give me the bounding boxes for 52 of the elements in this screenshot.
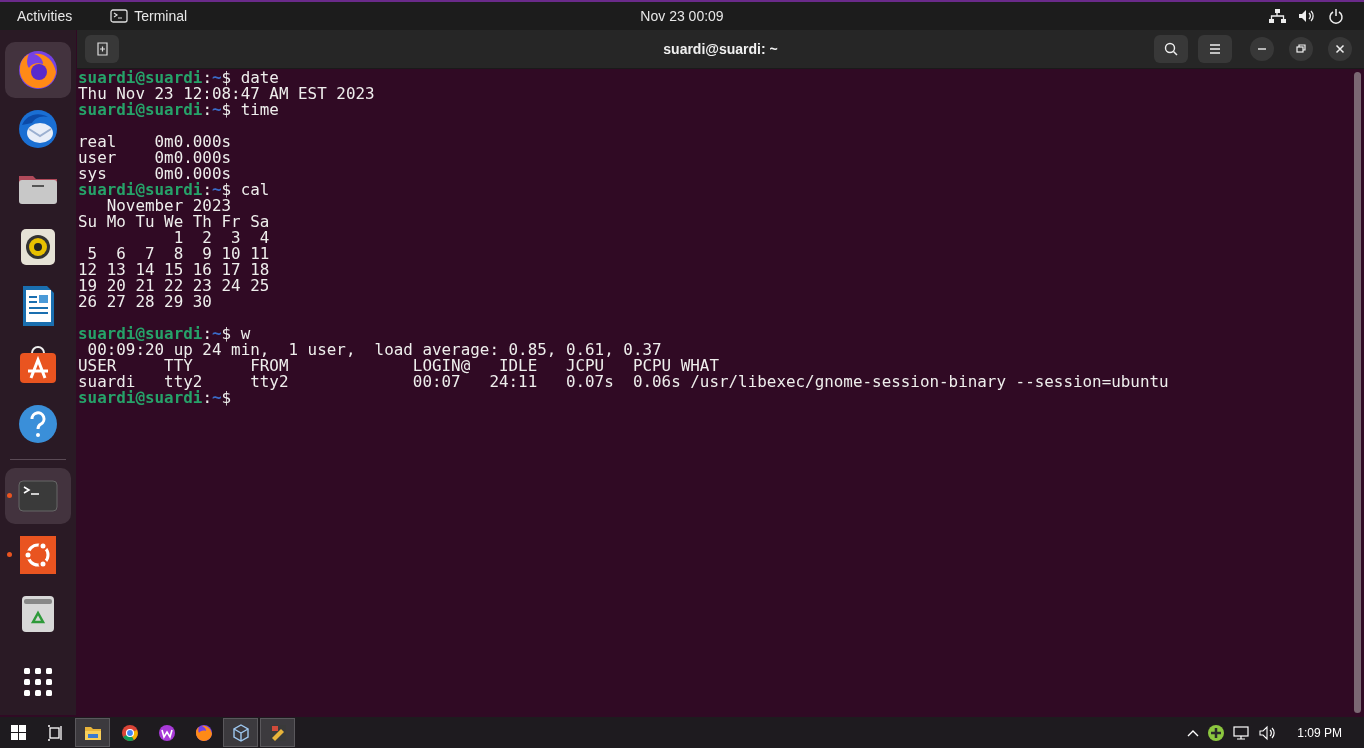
output-line: suardi tty2 tty2 00:07 24:11 0.07s 0.06s /usr/libexec/gnome-session-binary --session=ubuntu: [78, 374, 1170, 390]
new-tab-button[interactable]: [85, 35, 119, 63]
window-title: suardi@suardi: ~: [663, 41, 778, 57]
menu-icon: [1208, 43, 1222, 55]
output-line: Su Mo Tu We Th Fr Sa: [78, 214, 271, 230]
output-line: 19 20 21 22 23 24 25: [78, 278, 271, 294]
output-line: 5 6 7 8 9 10 11: [86, 246, 271, 262]
output-line: Thu Nov 23 12:08:47 AM EST 2023: [78, 86, 376, 102]
dock-item[interactable]: [5, 41, 71, 98]
windows-logo-icon: [8, 722, 29, 743]
output-line: sys 0m0.000s: [78, 166, 233, 182]
clock-button[interactable]: Nov 23 00:09: [640, 8, 724, 24]
output-line: 1 2 3 4: [172, 230, 271, 246]
output-line: 00:09:20 up 24 min, 1 user, load average: 0.85, 0.61, 0.37: [87, 342, 662, 358]
volume-icon[interactable]: [1298, 8, 1316, 24]
network-icon[interactable]: [1233, 724, 1252, 741]
output-line: November 2023: [106, 198, 233, 214]
network-icon[interactable]: [1268, 8, 1286, 24]
minimize-button[interactable]: [1250, 37, 1274, 61]
command-line: suardi@suardi:~$ cal: [78, 182, 271, 198]
activities-button[interactable]: Activities: [17, 8, 73, 24]
output-line: user 0m0.000s: [78, 150, 233, 166]
restore-button[interactable]: [1289, 37, 1313, 61]
command-line: suardi@suardi:~$ date: [78, 70, 280, 86]
restore-icon: [1295, 43, 1307, 55]
close-button[interactable]: [1328, 37, 1352, 61]
clock-button[interactable]: 1:09 PM: [1297, 725, 1342, 740]
search-icon: [1164, 42, 1178, 56]
w-logo-icon: [156, 722, 177, 743]
cube-icon: [230, 722, 251, 743]
globe-icon: [193, 722, 214, 743]
terminal-icon: [110, 9, 129, 23]
taskbar-button[interactable]: [260, 718, 295, 747]
menu-button[interactable]: [1198, 35, 1232, 63]
taskbar-button[interactable]: [75, 718, 110, 747]
taskbar-button[interactable]: [223, 718, 258, 747]
command-line: suardi@suardi:~$: [78, 390, 233, 406]
output-line: real 0m0.000s: [78, 134, 233, 150]
close-icon: [1334, 43, 1346, 55]
volume-icon[interactable]: [1259, 724, 1278, 741]
search-button[interactable]: [1154, 35, 1188, 63]
round-browser-icon: [119, 722, 140, 743]
output-line: 26 27 28 29 30: [78, 294, 213, 310]
command-line: suardi@suardi:~$ w: [78, 326, 252, 342]
power-icon[interactable]: [1328, 8, 1344, 24]
new-tab-icon: [95, 42, 109, 56]
command-line: suardi@suardi:~$ time: [78, 102, 280, 118]
minimize-icon: [1258, 48, 1266, 50]
scrollbar[interactable]: [1354, 72, 1361, 713]
app-menu[interactable]: Terminal: [110, 8, 188, 24]
output-line: 12 13 14 15 16 17 18: [78, 262, 271, 278]
output-line: USER TTY FROM LOGIN@ IDLE JCPU PCPU WHAT: [78, 358, 720, 374]
